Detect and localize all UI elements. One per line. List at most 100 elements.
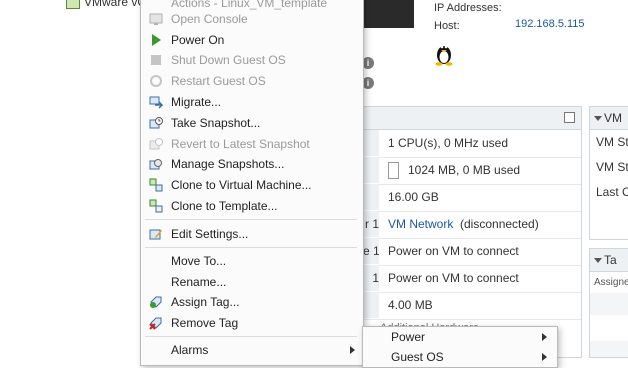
menu-item-revert-snapshot[interactable]: Revert to Latest Snapshot bbox=[141, 134, 361, 154]
inventory-tree: VMware vC bbox=[0, 0, 146, 356]
submenu-item-label: Guest OS bbox=[391, 350, 444, 364]
table-row bbox=[590, 341, 628, 357]
hardware-row-value: Power on VM to connect bbox=[388, 244, 519, 258]
console-thumbnail[interactable] bbox=[362, 0, 414, 28]
ip-addresses-label: IP Addresses: bbox=[434, 2, 502, 14]
menu-item-label: Shut Down Guest OS bbox=[171, 53, 286, 67]
menu-item-label: Take Snapshot... bbox=[171, 116, 261, 130]
clone-vm-icon bbox=[149, 178, 163, 192]
table-row bbox=[590, 317, 628, 339]
menu-item-label: Power On bbox=[171, 33, 225, 47]
hardware-row-value: (disconnected) bbox=[460, 217, 539, 231]
power-on-icon bbox=[152, 34, 161, 46]
submenu-arrow-icon bbox=[542, 353, 547, 361]
console-icon bbox=[149, 13, 163, 25]
submenu-item-power[interactable]: Power bbox=[363, 327, 555, 347]
hardware-row-value: 1 CPU(s), 0 MHz used bbox=[388, 136, 509, 150]
hardware-row-cd: e 1 Power on VM to connect bbox=[363, 238, 581, 266]
vm-icon bbox=[66, 0, 80, 9]
hardware-row-label: 1 bbox=[363, 265, 379, 291]
menu-item-assign-tag[interactable]: Assign Tag... bbox=[141, 292, 361, 312]
menu-item-rename[interactable]: Rename... bbox=[141, 272, 361, 292]
panel-title: VM bbox=[604, 111, 622, 125]
menu-item-edit-settings[interactable]: Edit Settings... bbox=[141, 224, 361, 244]
menu-separator bbox=[145, 336, 357, 337]
menu-item-label: Assign Tag... bbox=[171, 295, 240, 309]
hardware-row-cpu: 1 CPU(s), 0 MHz used bbox=[363, 130, 581, 158]
hardware-row-label bbox=[363, 157, 379, 183]
vm-storage-panel: VM VM St VM St Last C bbox=[589, 106, 628, 240]
vm-context-menu: Actions - Linux_VM_template Open Console… bbox=[140, 0, 364, 366]
menu-item-label: Clone to Virtual Machine... bbox=[171, 178, 312, 192]
hardware-row-label: r 1 bbox=[363, 211, 379, 237]
migrate-icon bbox=[149, 96, 163, 109]
tree-item-vcenter[interactable]: VMware vC bbox=[66, 0, 146, 9]
menu-item-move-to[interactable]: Move To... bbox=[141, 251, 361, 271]
panel-title: Ta bbox=[604, 253, 617, 267]
menu-item-clone-to-template[interactable]: Clone to Template... bbox=[141, 196, 361, 216]
menu-item-label: Migrate... bbox=[171, 95, 222, 109]
menu-item-label: Rename... bbox=[171, 275, 227, 289]
memory-icon bbox=[388, 162, 399, 180]
menu-item-restart-guest-os[interactable]: Restart Guest OS bbox=[141, 71, 361, 91]
menu-item-label: Open Console bbox=[171, 12, 248, 26]
collapse-icon[interactable] bbox=[594, 258, 602, 263]
menu-item-manage-snapshots[interactable]: Manage Snapshots... bbox=[141, 154, 361, 174]
hardware-row-value: 16.00 GB bbox=[388, 190, 439, 204]
hardware-row-value: 1024 MB, 0 MB used bbox=[408, 163, 521, 177]
menu-item-label: Remove Tag bbox=[171, 316, 239, 330]
panel-row: VM St bbox=[596, 135, 628, 149]
clone-template-icon bbox=[149, 199, 163, 213]
hardware-row-memory: 1024 MB, 0 MB used bbox=[363, 157, 581, 185]
menu-separator bbox=[145, 219, 357, 220]
menu-item-label: Revert to Latest Snapshot bbox=[171, 137, 310, 151]
linux-penguin-icon bbox=[435, 45, 453, 66]
vm-hardware-panel: 1 CPU(s), 0 MHz used 1024 MB, 0 MB used … bbox=[362, 106, 582, 358]
menu-item-label: Manage Snapshots... bbox=[171, 157, 285, 171]
tree-item-label: VMware vC bbox=[84, 0, 147, 9]
table-row bbox=[590, 293, 628, 315]
submenu: Power Guest OS bbox=[362, 326, 558, 368]
menu-item-open-console[interactable]: Open Console bbox=[141, 9, 361, 29]
panel-toggle-icon[interactable] bbox=[564, 112, 575, 123]
tags-header[interactable]: Ta bbox=[590, 249, 628, 272]
tags-panel: Ta Assigne bbox=[589, 248, 628, 358]
menu-item-alarms[interactable]: Alarms bbox=[141, 340, 361, 360]
vm-storage-header[interactable]: VM bbox=[590, 107, 628, 130]
revert-snapshot-icon bbox=[149, 138, 163, 150]
manage-snapshots-icon bbox=[149, 159, 162, 170]
menu-item-clone-to-vm[interactable]: Clone to Virtual Machine... bbox=[141, 175, 361, 195]
menu-item-shut-down-guest-os[interactable]: Shut Down Guest OS bbox=[141, 50, 361, 70]
assign-tag-icon bbox=[150, 296, 162, 308]
hardware-row-label bbox=[363, 292, 379, 318]
hardware-row-floppy: 1 Power on VM to connect bbox=[363, 265, 581, 293]
snapshot-icon bbox=[149, 117, 163, 129]
host-link[interactable]: 192.168.5.115 bbox=[515, 18, 585, 30]
menu-item-take-snapshot[interactable]: Take Snapshot... bbox=[141, 113, 361, 133]
vm-hardware-header bbox=[363, 107, 581, 130]
submenu-item-guest-os[interactable]: Guest OS bbox=[363, 347, 555, 367]
menu-item-label: Edit Settings... bbox=[171, 227, 249, 241]
menu-item-label: Alarms bbox=[171, 343, 209, 357]
menu-item-label: Restart Guest OS bbox=[171, 74, 266, 88]
collapse-icon[interactable] bbox=[594, 116, 602, 121]
remove-tag-icon bbox=[149, 317, 162, 330]
host-label: Host: bbox=[434, 20, 460, 32]
edit-settings-icon bbox=[149, 229, 162, 240]
submenu-arrow-icon bbox=[350, 346, 355, 354]
column-header[interactable]: Assigne bbox=[594, 277, 628, 288]
menu-item-remove-tag[interactable]: Remove Tag bbox=[141, 313, 361, 333]
network-link[interactable]: VM Network bbox=[388, 217, 453, 231]
shutdown-icon bbox=[151, 55, 161, 65]
hardware-row-network: r 1 VM Network (disconnected) bbox=[363, 211, 581, 239]
menu-item-power-on[interactable]: Power On bbox=[141, 30, 361, 50]
menu-item-label: Clone to Template... bbox=[171, 199, 278, 213]
hardware-row-value: 4.00 MB bbox=[388, 298, 433, 312]
menu-separator bbox=[145, 247, 357, 248]
menu-item-label: Move To... bbox=[171, 254, 227, 268]
menu-item-migrate[interactable]: Migrate... bbox=[141, 92, 361, 112]
hardware-row-label bbox=[363, 184, 379, 210]
hardware-row-value: Power on VM to connect bbox=[388, 271, 519, 285]
submenu-arrow-icon bbox=[542, 333, 547, 341]
submenu-item-label: Power bbox=[391, 330, 426, 344]
